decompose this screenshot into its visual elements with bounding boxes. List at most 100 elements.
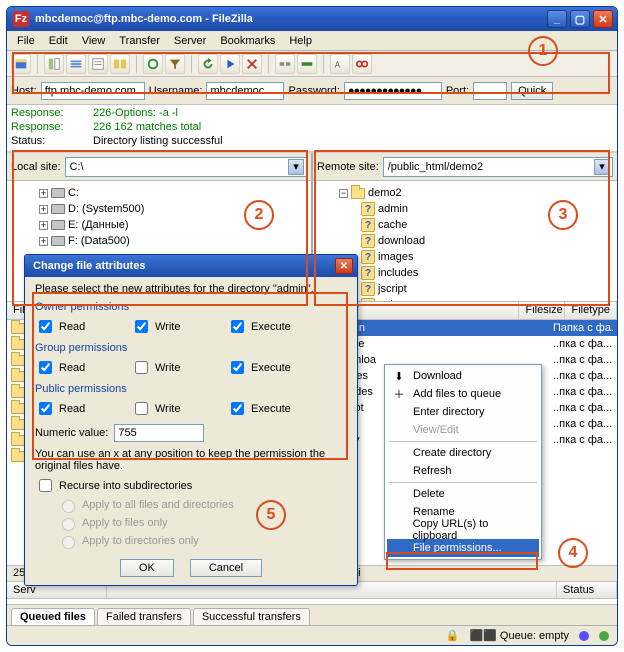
queue-status: ⬛⬛ Queue: empty: [469, 629, 569, 642]
folder-icon: [11, 339, 25, 350]
menu-view[interactable]: View: [76, 33, 112, 49]
transfer-header-status[interactable]: Status: [557, 582, 617, 598]
context-item[interactable]: ⬇ Download: [387, 367, 539, 385]
recurse-checkbox[interactable]: [39, 479, 52, 492]
tab-successful[interactable]: Successful transfers: [193, 608, 310, 625]
folder-unknown-icon: ?: [361, 234, 375, 248]
remote-tree[interactable]: −demo2 ? admin ? cache ? download ? imag…: [313, 181, 617, 301]
tree-item[interactable]: includes: [378, 267, 418, 279]
context-item[interactable]: Enter directory: [387, 403, 539, 421]
public-read-checkbox[interactable]: [39, 402, 52, 415]
menu-help[interactable]: Help: [283, 33, 318, 49]
context-item[interactable]: Refresh: [387, 462, 539, 480]
refresh-button[interactable]: [198, 54, 218, 74]
tree-toggle-button[interactable]: [44, 54, 64, 74]
collapse-icon[interactable]: −: [339, 189, 348, 198]
reconnect-button[interactable]: [297, 54, 317, 74]
dialog-close-button[interactable]: ✕: [335, 258, 353, 274]
local-site-combo[interactable]: С:\ ▾: [65, 157, 307, 177]
password-input[interactable]: [344, 82, 442, 100]
auto-ascii-button[interactable]: A: [330, 54, 350, 74]
list-item[interactable]: admin Папка с фа...: [313, 320, 617, 336]
local-site-label: Local site:: [11, 161, 61, 173]
queue-toggle-button[interactable]: [66, 54, 86, 74]
tab-queued[interactable]: Queued files: [11, 608, 95, 625]
dialog-titlebar[interactable]: Change file attributes ✕: [25, 255, 357, 277]
tree-item[interactable]: images: [378, 251, 413, 263]
remote-root[interactable]: demo2: [368, 187, 402, 199]
group-read-checkbox[interactable]: [39, 361, 52, 374]
tree-item[interactable]: D: (System500): [68, 203, 144, 215]
sync-browse-button[interactable]: [143, 54, 163, 74]
directory-compare-button[interactable]: [110, 54, 130, 74]
numeric-value-input[interactable]: [114, 424, 204, 442]
process-queue-button[interactable]: [220, 54, 240, 74]
maximize-button[interactable]: ▢: [570, 10, 590, 28]
tree-item[interactable]: cache: [378, 219, 407, 231]
folder-icon: [11, 451, 25, 462]
context-item[interactable]: ＋ Add files to queue: [387, 385, 539, 403]
filter-toggle-button[interactable]: [165, 54, 185, 74]
disconnect-button[interactable]: [275, 54, 295, 74]
message-log[interactable]: Response:226-Options: -a -l Response:226…: [7, 105, 617, 153]
context-item[interactable]: Copy URL(s) to clipboard: [387, 521, 539, 539]
activity-dot-2: [599, 631, 609, 641]
ok-button[interactable]: OK: [120, 559, 174, 577]
close-button[interactable]: ✕: [593, 10, 613, 28]
remote-header-filetype[interactable]: Filetype: [565, 302, 617, 319]
apply-all-radio: [62, 500, 75, 513]
tree-item[interactable]: jscript: [378, 283, 407, 295]
host-input[interactable]: [41, 82, 145, 100]
menu-transfer[interactable]: Transfer: [113, 33, 166, 49]
username-label: Username:: [149, 85, 203, 97]
context-item[interactable]: Delete: [387, 485, 539, 503]
menu-edit[interactable]: Edit: [43, 33, 74, 49]
log-toggle-button[interactable]: [88, 54, 108, 74]
tree-item[interactable]: F: (Data500): [68, 235, 130, 247]
log-label: Status:: [11, 134, 75, 148]
cancel-button[interactable]: [242, 54, 262, 74]
owner-read-checkbox[interactable]: [39, 320, 52, 333]
tree-item[interactable]: С:: [68, 187, 79, 199]
tree-item[interactable]: E: (Данные): [68, 219, 129, 231]
expand-icon[interactable]: +: [39, 237, 48, 246]
encryption-icon: 🔒: [446, 629, 460, 642]
folder-icon: [11, 355, 25, 366]
expand-icon[interactable]: +: [39, 189, 48, 198]
titlebar[interactable]: Fz mbcdemoс@ftp.mbc-demo.com - FileZilla…: [7, 7, 617, 31]
quickconnect-bar: Host: Username: Password: Port: Quick: [7, 77, 617, 105]
site-manager-button[interactable]: [11, 54, 31, 74]
remote-header-filesize[interactable]: Filesize: [519, 302, 565, 319]
chevron-down-icon[interactable]: ▾: [288, 159, 304, 175]
menu-server[interactable]: Server: [168, 33, 212, 49]
remote-site-label: Remote site:: [317, 161, 379, 173]
list-item[interactable]: cache ..пка с фа...: [313, 336, 617, 352]
tab-failed[interactable]: Failed transfers: [97, 608, 191, 625]
public-execute-checkbox[interactable]: [231, 402, 244, 415]
context-item[interactable]: Create directory: [387, 444, 539, 462]
app-icon: Fz: [13, 11, 29, 27]
port-input[interactable]: [473, 82, 507, 100]
owner-write-checkbox[interactable]: [135, 320, 148, 333]
tree-item[interactable]: admin: [378, 203, 408, 215]
find-button[interactable]: [352, 54, 372, 74]
menu-bookmarks[interactable]: Bookmarks: [214, 33, 281, 49]
transfer-tabs: Queued files Failed transfers Successful…: [7, 605, 617, 625]
folder-icon: [11, 323, 25, 334]
expand-icon[interactable]: +: [39, 205, 48, 214]
username-input[interactable]: [206, 82, 284, 100]
numeric-value-label: Numeric value:: [35, 427, 108, 439]
tree-item[interactable]: download: [378, 235, 425, 247]
minimize-button[interactable]: _: [547, 10, 567, 28]
remote-site-combo[interactable]: /public_html/demo2 ▾: [383, 157, 613, 177]
expand-icon[interactable]: +: [39, 221, 48, 230]
owner-execute-checkbox[interactable]: [231, 320, 244, 333]
cancel-button[interactable]: Cancel: [190, 559, 262, 577]
chevron-down-icon[interactable]: ▾: [594, 159, 610, 175]
menu-file[interactable]: File: [11, 33, 41, 49]
group-execute-checkbox[interactable]: [231, 361, 244, 374]
quickconnect-button[interactable]: Quick: [511, 82, 553, 100]
group-write-checkbox[interactable]: [135, 361, 148, 374]
menubar: File Edit View Transfer Server Bookmarks…: [7, 31, 617, 51]
public-write-checkbox[interactable]: [135, 402, 148, 415]
